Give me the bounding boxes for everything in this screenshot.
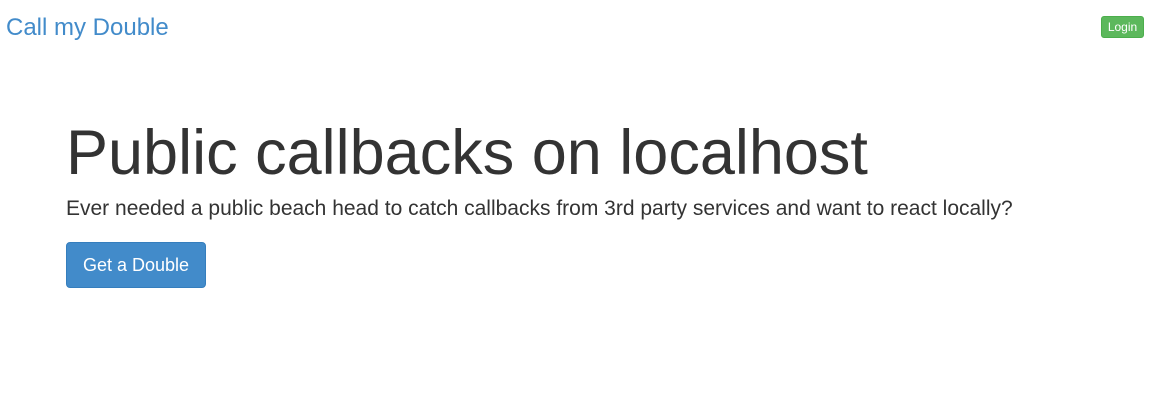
get-a-double-button[interactable]: Get a Double [66, 242, 206, 288]
brand-link[interactable]: Call my Double [6, 14, 169, 42]
hero-lead: Ever needed a public beach head to catch… [66, 197, 1013, 220]
hero-title: Public callbacks on localhost [66, 118, 868, 188]
page: Call my Double Login Public callbacks on… [0, 0, 1155, 400]
login-button[interactable]: Login [1101, 16, 1144, 38]
